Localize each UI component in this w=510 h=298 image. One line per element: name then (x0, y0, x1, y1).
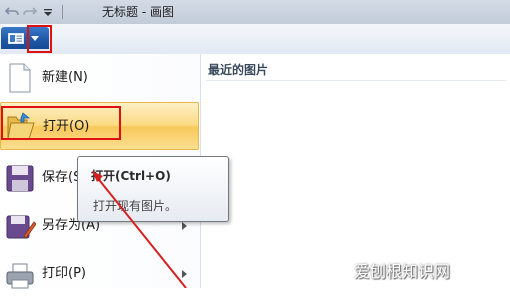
redo-icon[interactable] (22, 4, 38, 20)
menu-item-print[interactable]: 打印(P) (0, 250, 199, 298)
title-bar: 无标题 - 画图 (0, 0, 510, 24)
watermark-text: 爱刨根知识网 (354, 262, 451, 281)
open-folder-icon (5, 111, 37, 143)
menu-item-open[interactable]: 打开(O) (0, 102, 199, 150)
menu-item-label: 打开(O) (43, 119, 90, 134)
recent-pictures-header: 最近的图片 (208, 63, 269, 77)
recent-pictures-panel (201, 54, 510, 288)
new-document-icon (4, 62, 36, 94)
open-tooltip: 打开(Ctrl+O) 打开现有图片。 (77, 156, 229, 222)
customize-dropdown-icon[interactable] (40, 4, 56, 20)
menu-item-new[interactable]: 新建(N) (0, 54, 199, 102)
tooltip-title: 打开(Ctrl+O) (91, 169, 171, 183)
printer-icon (4, 258, 36, 290)
save-disk-icon (4, 162, 36, 194)
undo-icon[interactable] (4, 4, 20, 20)
divider (206, 80, 506, 81)
toolbar-separator (62, 5, 63, 19)
save-as-icon (4, 210, 37, 242)
submenu-arrow-icon (182, 270, 187, 278)
submenu-arrow-icon (182, 222, 187, 230)
window-title: 无标题 - 画图 (102, 5, 174, 19)
menu-item-label: 打印(P) (42, 266, 86, 281)
quick-access-toolbar (4, 4, 69, 20)
menu-item-label: 新建(N) (42, 70, 88, 85)
paint-menu-icon (8, 33, 24, 47)
tooltip-description: 打开现有图片。 (93, 199, 178, 213)
chevron-down-icon (31, 36, 39, 41)
ribbon-bar (0, 24, 510, 55)
paint-menu-button[interactable] (1, 27, 49, 49)
